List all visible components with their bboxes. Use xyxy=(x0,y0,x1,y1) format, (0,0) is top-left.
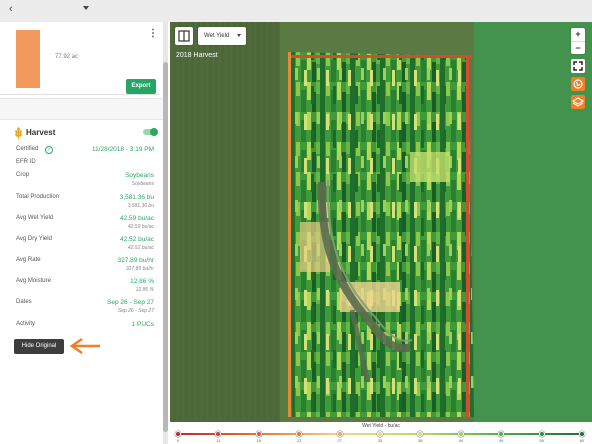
fullscreen-button[interactable] xyxy=(571,59,585,73)
dates-value: Sep 26 - Sep 27 xyxy=(107,299,154,306)
chevron-down-icon xyxy=(237,34,241,37)
avg-dry-yield-original-value: 42.52 bu/ac xyxy=(127,245,154,251)
export-button[interactable]: Export xyxy=(126,79,156,94)
avg-moisture-value: 12.86 % xyxy=(130,278,154,285)
map-layer-select[interactable]: Wet Yield xyxy=(198,27,246,45)
legend-dot xyxy=(417,431,424,437)
hide-original-button[interactable]: Hide Original xyxy=(14,339,64,354)
field-detail-panel: 77.92 ac ⋮ Export Harvest Certified ✓ 11… xyxy=(0,22,170,444)
field-acres: 77.92 ac xyxy=(55,54,79,60)
legend-dot xyxy=(296,431,303,437)
avg-wet-yield-label: Avg Wet Yield xyxy=(16,215,54,221)
crop-label: Crop xyxy=(16,172,30,178)
wheat-icon xyxy=(14,127,23,142)
legend-tick-label: 22 xyxy=(296,438,302,443)
legend-tick-label: 33 xyxy=(377,438,383,443)
legend-dot xyxy=(377,431,383,437)
layers-button[interactable] xyxy=(571,95,585,109)
legend-tick-label: 60 xyxy=(579,438,585,443)
avg-wet-yield-value: 42.59 bu/ac xyxy=(120,215,154,222)
scrollbar-thumb[interactable] xyxy=(163,62,168,432)
top-bar: ‹ xyxy=(0,0,592,22)
harvest-visibility-toggle[interactable] xyxy=(143,128,158,136)
legend-title: Wet Yield - bu/ac xyxy=(362,423,400,429)
field-boundary-thumbnail xyxy=(16,30,40,88)
panel-scrollbar[interactable] xyxy=(163,22,168,444)
legend-dot xyxy=(255,431,262,437)
legend-dot xyxy=(215,431,222,437)
zoom-in-button[interactable]: + xyxy=(571,28,585,41)
divider xyxy=(0,94,160,95)
yield-map[interactable] xyxy=(170,22,592,422)
satellite-imagery xyxy=(170,22,592,422)
toggle-knob xyxy=(150,128,158,136)
crop-value: Soybeans xyxy=(125,172,154,179)
avg-dry-yield-value: 42.52 bu/ac xyxy=(120,236,154,243)
basemap-button[interactable] xyxy=(571,77,585,91)
layers-stack-icon xyxy=(571,97,585,107)
callout-arrow-icon xyxy=(69,338,100,354)
dates-label: Dates xyxy=(16,299,32,305)
legend-tick-label: 55 xyxy=(539,438,544,443)
legend-dot xyxy=(538,431,545,437)
legend-tick-label: 0 xyxy=(176,438,180,443)
zoom-out-button[interactable]: − xyxy=(571,41,585,54)
avg-wet-yield-original-value: 42.59 bu/ac xyxy=(127,224,154,230)
map-layer-select-value: Wet Yield xyxy=(204,33,230,39)
avg-dry-yield-label: Avg Dry Yield xyxy=(16,236,52,242)
avg-rate-value: 327.89 bu/hr xyxy=(117,257,154,264)
more-options-icon[interactable]: ⋮ xyxy=(148,28,158,39)
legend-tick-label: 44 xyxy=(458,438,464,443)
dropdown-chevron-icon[interactable] xyxy=(83,6,89,10)
harvest-section-title: Harvest xyxy=(26,128,56,137)
certified-check-icon: ✓ xyxy=(45,146,53,154)
avg-moisture-label: Avg Moisture xyxy=(16,278,51,284)
split-view-icon xyxy=(178,30,190,42)
split-view-button[interactable] xyxy=(175,27,193,45)
zoom-control: + − xyxy=(571,28,585,54)
legend-tick-label: 38 xyxy=(418,438,423,443)
activity-value[interactable]: 1 PUCs xyxy=(132,321,154,328)
avg-rate-original-value: 327.89 bu/hr xyxy=(125,266,154,272)
total-production-label: Total Production xyxy=(16,194,60,200)
legend-dot xyxy=(457,431,464,437)
legend-tick-label: 16 xyxy=(256,438,262,443)
avg-rate-label: Avg Rate xyxy=(16,257,41,263)
activity-label: Activity xyxy=(16,321,36,327)
dates-original-value: Sep 26 - Sep 27 xyxy=(117,308,154,314)
yield-legend: Wet Yield - bu/ac 0 11 16 22 27 33 38 44 49 55 60 xyxy=(170,422,592,444)
legend-tick-label: 49 xyxy=(498,438,504,443)
total-production-original-value: 3,581.36 bu xyxy=(127,203,154,209)
certified-value: 11/28/2018 - 3:19 PM xyxy=(91,146,154,153)
season-label: 2018 Harvest xyxy=(176,52,218,59)
globe-icon xyxy=(573,79,583,89)
section-separator xyxy=(0,98,163,120)
certified-label: Certified xyxy=(16,146,39,152)
fullscreen-icon xyxy=(573,61,583,71)
legend-dot xyxy=(498,431,505,437)
legend-dot xyxy=(336,431,343,437)
legend-tick-label: 11 xyxy=(216,438,221,443)
efr-id-label: EFR ID xyxy=(16,159,36,165)
crop-original-value: Soybeans xyxy=(131,181,154,187)
legend-dot xyxy=(579,431,585,437)
avg-moisture-original-value: 12.86 % xyxy=(135,287,154,293)
total-production-value: 3,581.36 bu xyxy=(119,194,154,201)
legend-tick-label: 27 xyxy=(337,438,342,443)
back-icon[interactable]: ‹ xyxy=(9,3,13,15)
legend-dot xyxy=(175,431,181,437)
